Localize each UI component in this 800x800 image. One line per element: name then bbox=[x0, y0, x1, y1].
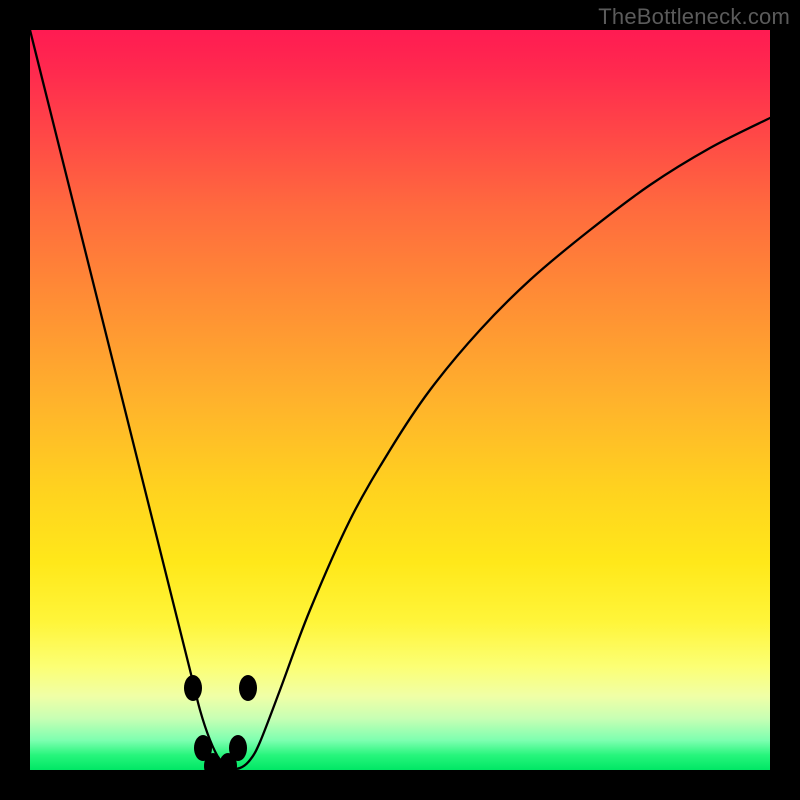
curve-marker bbox=[184, 675, 202, 701]
curve-svg bbox=[30, 30, 770, 770]
watermark-text: TheBottleneck.com bbox=[598, 4, 790, 30]
curve-marker bbox=[239, 675, 257, 701]
plot-area bbox=[30, 30, 770, 770]
marker-group bbox=[184, 675, 257, 770]
chart-stage: TheBottleneck.com bbox=[0, 0, 800, 800]
bottleneck-curve bbox=[30, 30, 770, 769]
